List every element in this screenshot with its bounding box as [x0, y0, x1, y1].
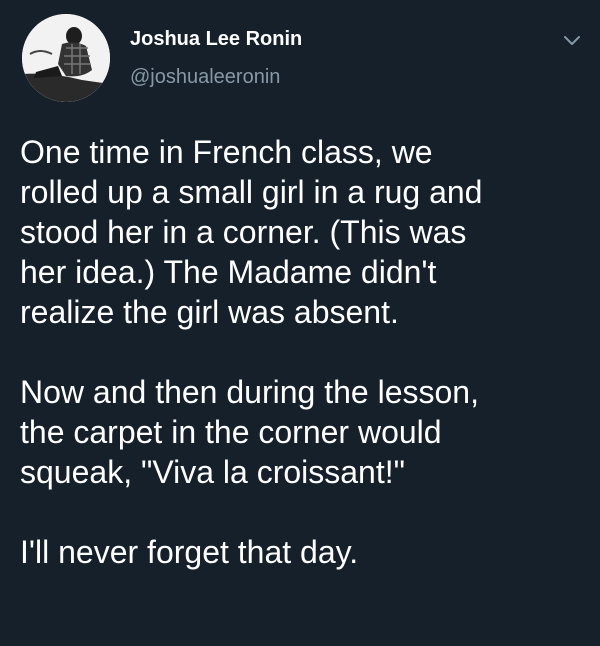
chevron-down-icon [564, 36, 580, 45]
author-handle[interactable]: @joshualeeronin [130, 66, 280, 89]
tweet-text: One time in French class, we rolled up a… [20, 132, 590, 572]
tweet-paragraph: One time in French class, we rolled up a… [20, 134, 483, 330]
author-avatar[interactable] [22, 14, 110, 102]
more-options-button[interactable] [560, 28, 584, 52]
tweet-paragraph: I'll never forget that day. [20, 534, 359, 570]
tweet-card: Joshua Lee Ronin @joshualeeronin One tim… [0, 0, 600, 646]
tweet-paragraph: Now and then during the lesson, the carp… [20, 374, 479, 490]
profile-photo-icon [22, 14, 110, 102]
author-display-name[interactable]: Joshua Lee Ronin [130, 28, 302, 51]
